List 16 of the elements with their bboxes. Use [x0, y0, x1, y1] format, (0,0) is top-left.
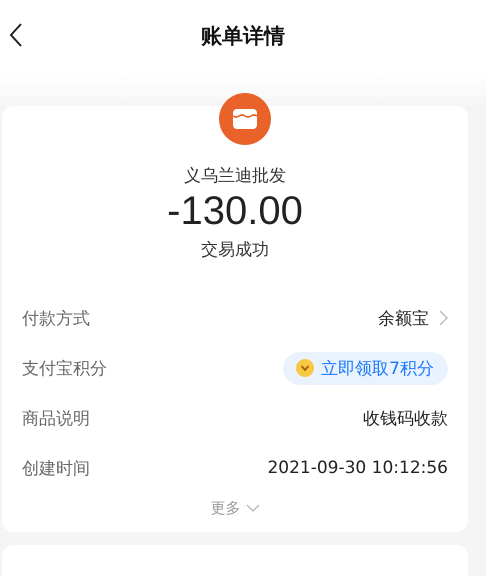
row-value: 收钱码收款	[363, 408, 448, 430]
merchant-name: 义乌兰迪批发	[183, 165, 287, 187]
row-value[interactable]: 余额宝	[378, 306, 429, 330]
row-value: 2021-09-30 10:12:56	[267, 458, 448, 478]
row-label: 创建时间	[22, 458, 90, 480]
row-label: 支付宝积分	[22, 358, 107, 380]
transaction-status: 交易成功	[200, 239, 270, 261]
points-badge[interactable]: 立即领取7积分	[283, 352, 448, 384]
chevron-down-icon	[246, 504, 260, 513]
row-label: 付款方式	[22, 308, 90, 330]
row-label: 商品说明	[22, 408, 90, 430]
amount: -130.00	[166, 189, 304, 234]
coin-icon	[295, 358, 316, 378]
page-title: 账单详情	[201, 23, 285, 50]
more-button[interactable]: 更多	[210, 499, 260, 518]
back-icon[interactable]	[8, 21, 24, 49]
